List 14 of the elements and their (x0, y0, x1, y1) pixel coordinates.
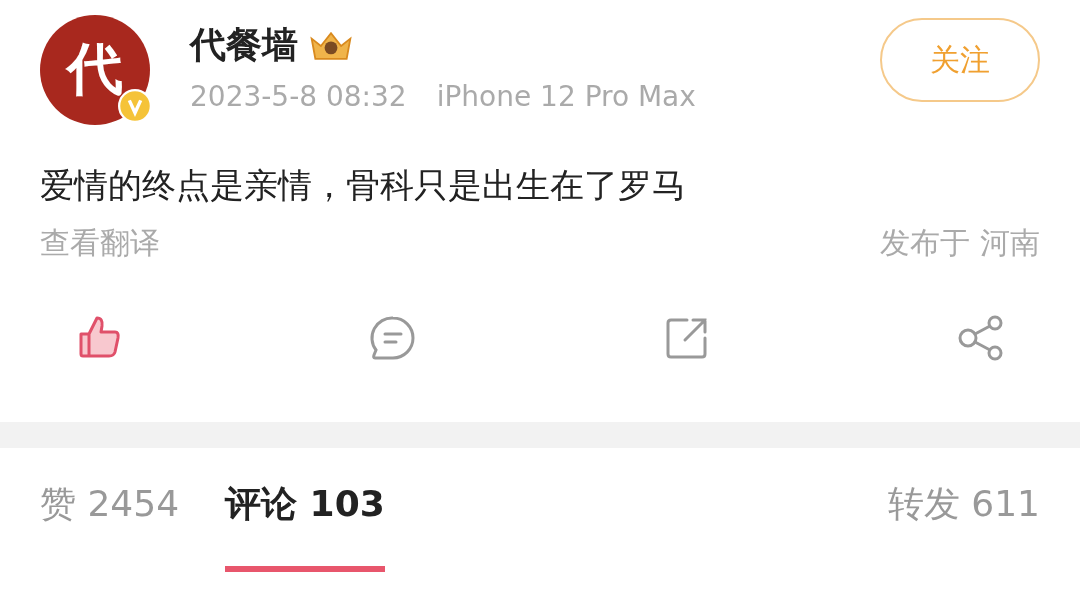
follow-button[interactable]: 关注 (880, 18, 1040, 102)
avatar-initial: 代 (67, 35, 123, 103)
avatar[interactable]: 代 (40, 15, 150, 125)
translate-link[interactable]: 查看翻译 (40, 223, 160, 264)
author-name[interactable]: 代餐墙 (190, 21, 298, 70)
tab[interactable]: 转发 611 (887, 486, 1040, 572)
comment-icon[interactable] (369, 314, 417, 362)
share-icon[interactable] (957, 314, 1005, 362)
tab[interactable]: 赞 2454 (40, 486, 180, 572)
tab[interactable]: 评论 103 (225, 486, 385, 572)
post-text: 爱情的终点是亲情，骨科只是出生在了罗马 (39, 164, 687, 205)
device-name: iPhone 12 Pro Max (436, 80, 696, 113)
post-location: 发布于 河南 (880, 224, 1040, 262)
post-time: 2023-5-8 08:32 (190, 80, 407, 113)
